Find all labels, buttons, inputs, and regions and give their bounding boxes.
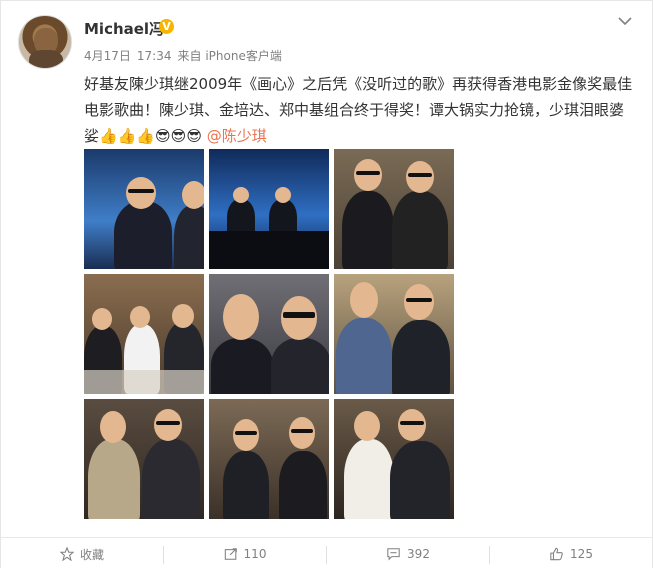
photo-thumbnail[interactable] [84, 149, 204, 269]
favorite-button[interactable]: 收藏 [1, 538, 163, 568]
like-count: 125 [570, 547, 593, 561]
username[interactable]: Michael冯 [84, 18, 164, 39]
post-text-line-3: 娑👍👍👍😎😎😎 @陈少琪 [84, 123, 644, 149]
favorite-label: 收藏 [79, 547, 104, 562]
post-text-prefix: 娑 [84, 127, 100, 145]
photo-thumbnail[interactable] [84, 274, 204, 394]
photo-thumbnail[interactable] [209, 149, 329, 269]
weibo-post-card: Michael冯 V 4月17日 17:34 来自 iPhone客户端 好基友陳少琪… [0, 0, 653, 568]
avatar[interactable] [18, 15, 72, 69]
photo-thumbnail[interactable] [334, 399, 454, 519]
post-text-line-1: 好基友陳少琪继2009年《画心》之后凭《没听过的歌》再获得香港电影金像奖最佳 [84, 75, 633, 93]
photo-thumbnail[interactable] [334, 149, 454, 269]
repost-count: 110 [243, 547, 267, 561]
comment-icon [387, 548, 400, 561]
comment-count: 392 [407, 547, 430, 561]
photo-grid [84, 149, 456, 521]
like-button[interactable]: 125 [490, 538, 652, 568]
thumb-up-icon [550, 547, 563, 561]
post-text-line-2: 电影歌曲！陳少琪、金培达、郑中基组合终于得奖！谭大锅实力抢镜，少琪泪眼婆 [84, 101, 625, 119]
post-source: 来自 iPhone客户端 [177, 49, 282, 63]
post-text: 好基友陳少琪继2009年《画心》之后凭《没听过的歌》再获得香港电影金像奖最佳 电… [84, 71, 644, 149]
post-time[interactable]: 17:34 [137, 49, 172, 63]
chevron-down-icon[interactable] [617, 13, 633, 29]
action-bar: 收藏 110 392 125 [1, 537, 652, 568]
photo-thumbnail[interactable] [84, 399, 204, 519]
verified-badge-icon: V [159, 19, 174, 34]
photo-thumbnail[interactable] [334, 274, 454, 394]
star-icon [59, 547, 74, 561]
post-date[interactable]: 4月17日 [84, 49, 131, 63]
mention-link[interactable]: @陈少琪 [207, 127, 267, 145]
repost-button[interactable]: 110 [164, 538, 326, 568]
photo-thumbnail[interactable] [209, 274, 329, 394]
thumbs-up-emoji: 👍👍👍 [99, 127, 156, 145]
post-meta: 4月17日 17:34 来自 iPhone客户端 [84, 47, 288, 64]
repost-icon [224, 548, 237, 560]
avatar-body [29, 50, 63, 68]
sunglasses-emoji: 😎😎😎 [155, 127, 202, 145]
comment-button[interactable]: 392 [327, 538, 489, 568]
photo-thumbnail[interactable] [209, 399, 329, 519]
